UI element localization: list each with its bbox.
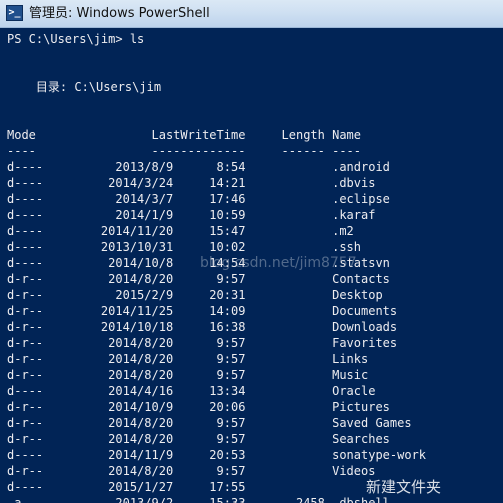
directory-row: d-r-- 2014/8/20 9:57 Saved Games (7, 416, 412, 430)
directory-row: d-r-- 2015/2/9 20:31 Desktop (7, 288, 383, 302)
directory-row: d---- 2013/10/31 10:02 .ssh (7, 240, 362, 254)
directory-row: d---- 2014/4/16 13:34 Oracle (7, 384, 376, 398)
directory-row: d-r-- 2014/8/20 9:57 Contacts (7, 272, 390, 286)
column-headers: Mode LastWriteTime Length Name (7, 128, 362, 142)
prompt-line: PS C:\Users\jim> ls (7, 32, 145, 46)
directory-row: d---- 2014/10/8 14:54 .statsvn (7, 256, 390, 270)
directory-row: d---- 2013/8/9 8:54 .android (7, 160, 390, 174)
directory-row: d---- 2014/11/9 20:53 sonatype-work (7, 448, 427, 462)
directory-row: d-r-- 2014/10/18 16:38 Downloads (7, 320, 398, 334)
directory-row: d---- 2014/3/7 17:46 .eclipse (7, 192, 390, 206)
directory-row: d-r-- 2014/11/25 14:09 Documents (7, 304, 398, 318)
file-row-partial: -a--- 2013/9/2 15:33 2458 .dbshell (7, 496, 390, 503)
directory-row: d---- 2014/11/20 15:47 .m2 (7, 224, 354, 238)
title-bar[interactable]: >_ 管理员: Windows PowerShell (0, 0, 503, 28)
console-output[interactable]: PS C:\Users\jim> ls 目录: C:\Users\jim Mod… (0, 28, 503, 503)
directory-row: d-r-- 2014/8/20 9:57 Videos (7, 464, 376, 478)
powershell-icon[interactable]: >_ (6, 5, 23, 21)
directory-row: d-r-- 2014/8/20 9:57 Favorites (7, 336, 398, 350)
column-separator: ---- ------------- ------ ---- (7, 144, 362, 158)
window-title: 管理员: Windows PowerShell (29, 6, 210, 21)
directory-row: d-r-- 2014/8/20 9:57 Music (7, 368, 369, 382)
folder-label-overlay: 新建文件夹 (366, 478, 442, 496)
directory-row: d---- 2015/1/27 17:55 (7, 480, 333, 494)
directory-row: d---- 2014/3/24 14:21 .dbvis (7, 176, 376, 190)
directory-row: d-r-- 2014/8/20 9:57 Links (7, 352, 369, 366)
directory-row: d-r-- 2014/8/20 9:57 Searches (7, 432, 390, 446)
powershell-window: >_ 管理员: Windows PowerShell PS C:\Users\j… (0, 0, 503, 503)
directory-row: d---- 2014/1/9 10:59 .karaf (7, 208, 376, 222)
directory-label: 目录: C:\Users\jim (7, 80, 162, 94)
directory-row: d-r-- 2014/10/9 20:06 Pictures (7, 400, 390, 414)
